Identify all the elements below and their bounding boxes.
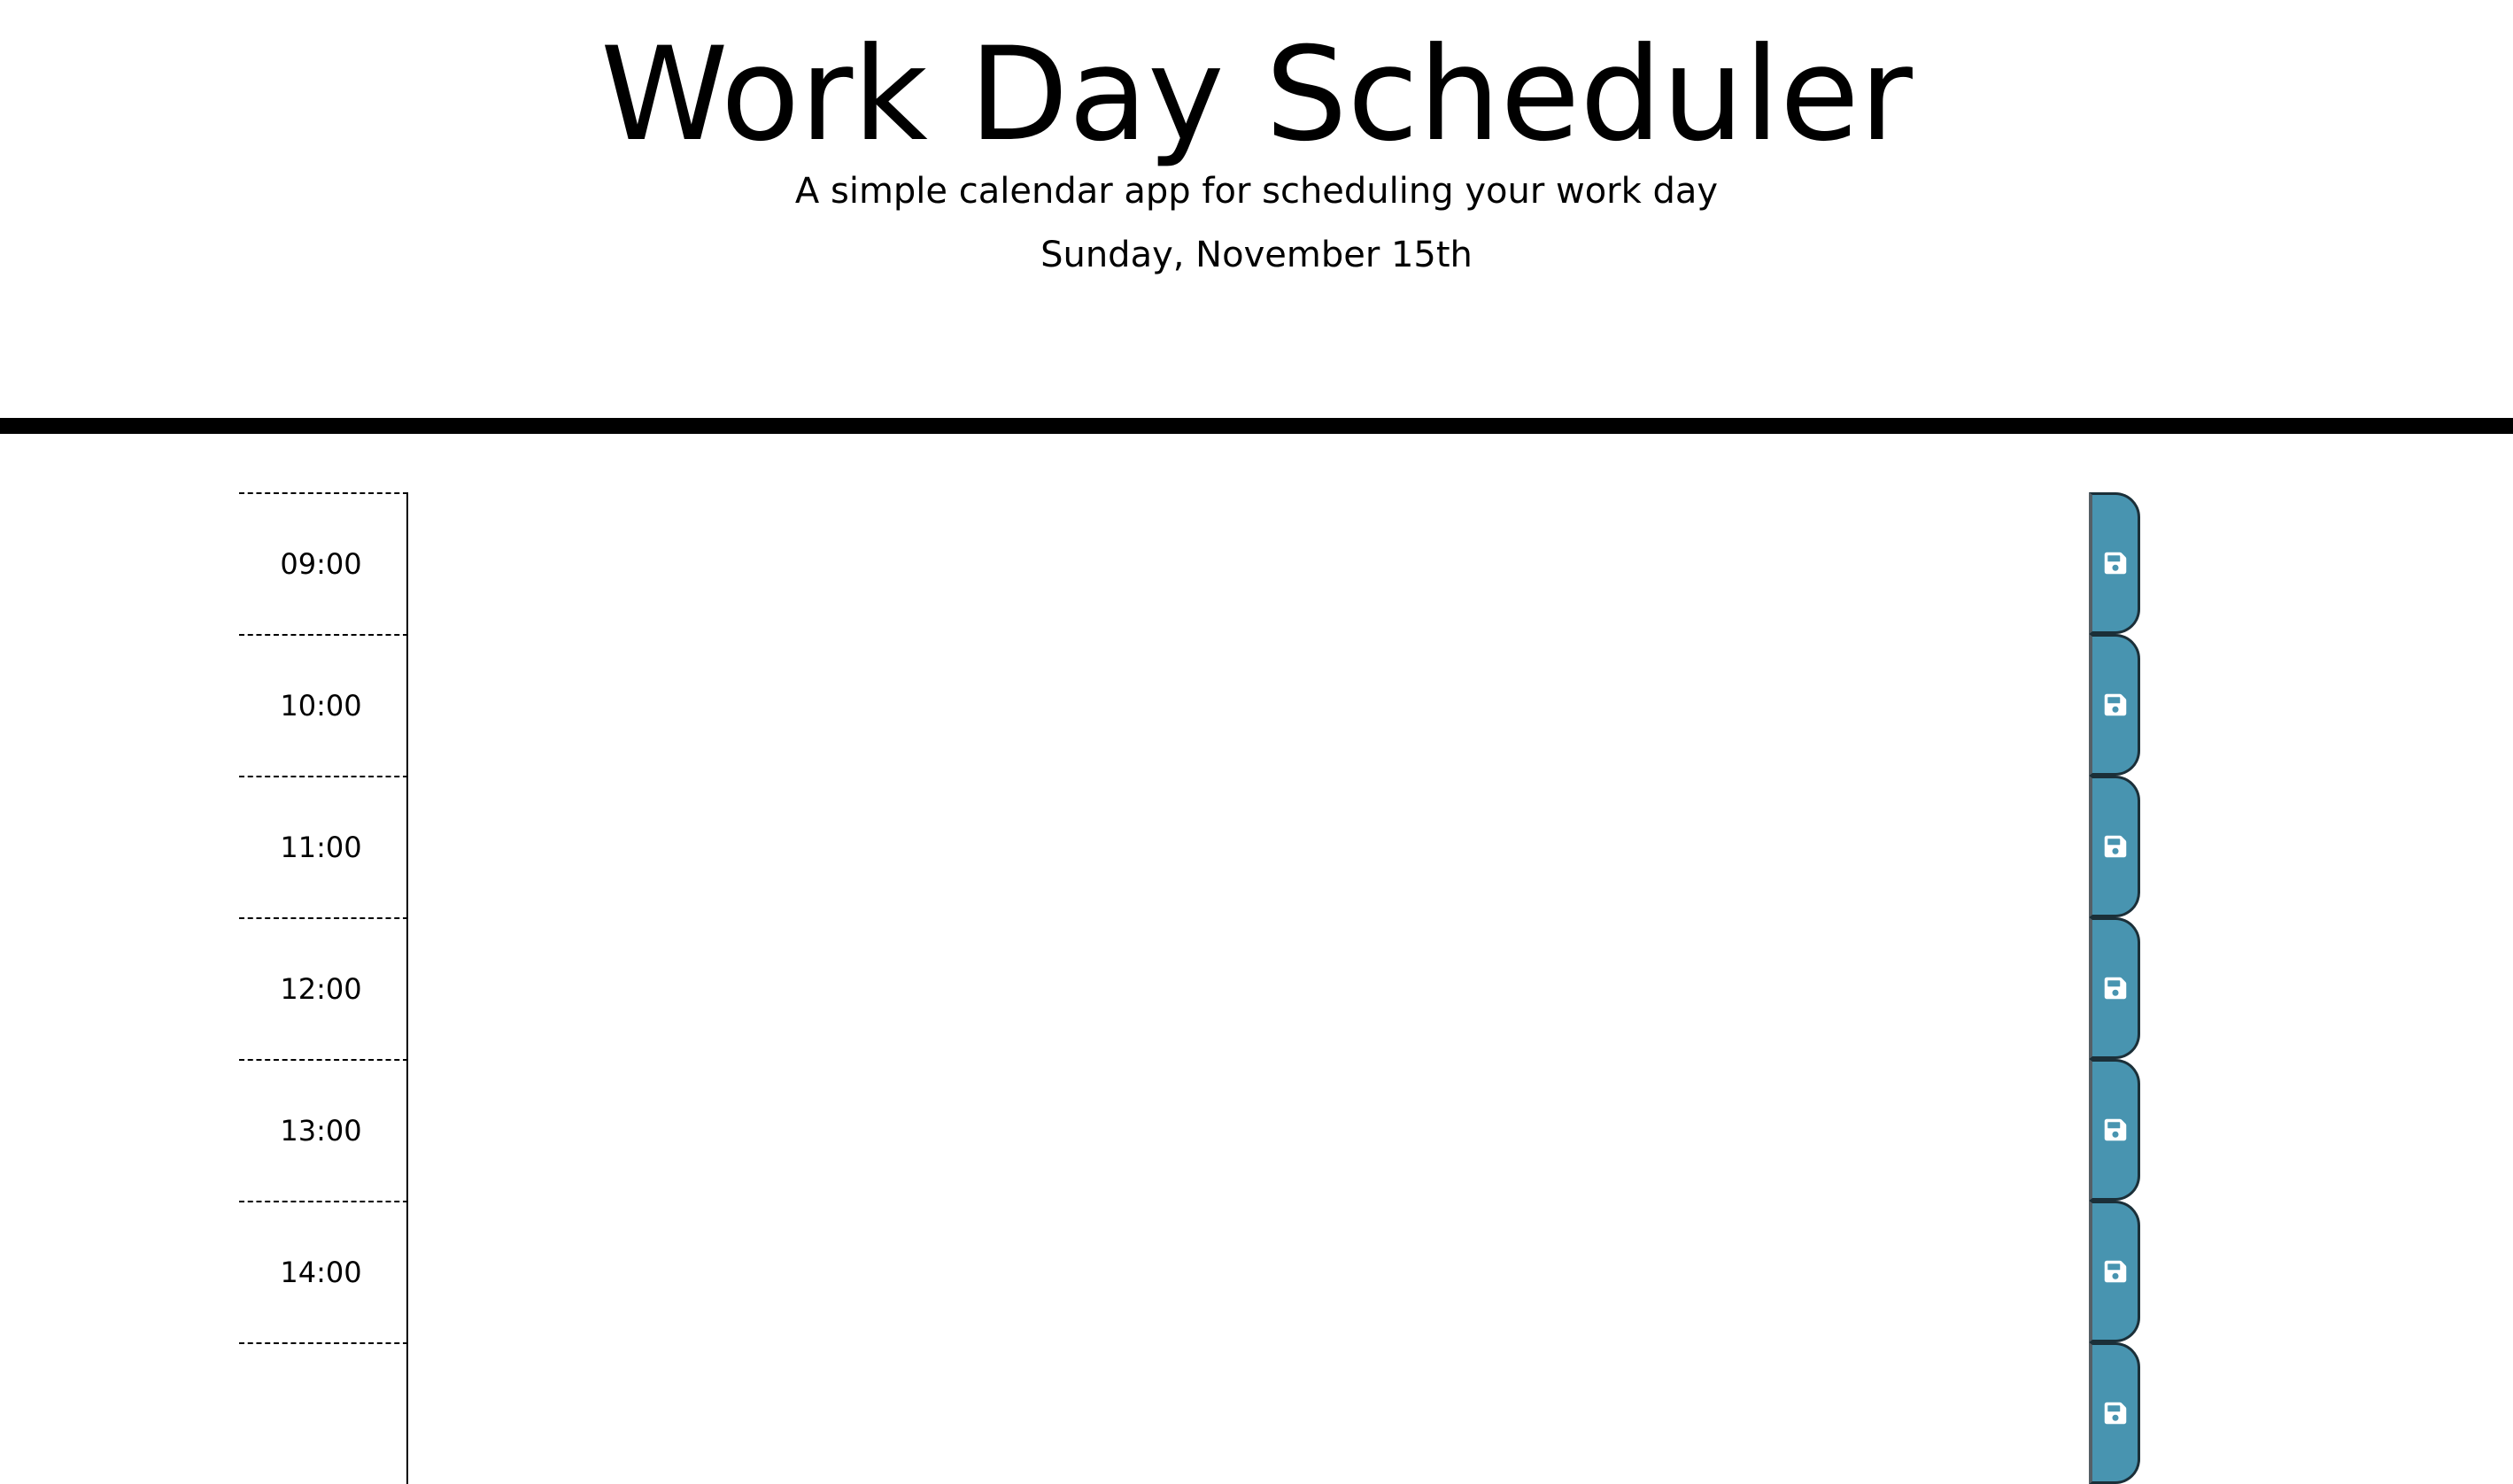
time-block-1000: 10:00	[239, 634, 2141, 776]
hour-label: 09:00	[239, 492, 408, 634]
time-block-0900: 09:00	[239, 492, 2141, 634]
floppy-disk-icon	[2104, 693, 2126, 716]
hour-label: 11:00	[239, 776, 408, 917]
current-day: Sunday, November 15th	[1040, 235, 1473, 275]
save-button[interactable]	[2089, 634, 2140, 776]
floppy-disk-icon	[2104, 1260, 2126, 1283]
floppy-disk-icon	[2104, 977, 2126, 1000]
time-block-1100: 11:00	[239, 776, 2141, 917]
time-block-partial	[239, 1342, 2141, 1484]
hour-label: 14:00	[239, 1201, 408, 1342]
time-block-1200: 12:00	[239, 917, 2141, 1059]
save-button[interactable]	[2089, 1201, 2140, 1342]
floppy-disk-icon	[2104, 1118, 2126, 1141]
schedule-container: 09:00 10:00 11:00 12:00 13:00 14:00	[239, 492, 2141, 1484]
page-subtitle: A simple calendar app for scheduling you…	[794, 171, 1719, 212]
event-description-input[interactable]	[408, 1201, 2089, 1342]
hour-label: 10:00	[239, 634, 408, 776]
save-button[interactable]	[2089, 1059, 2140, 1201]
time-block-1300: 13:00	[239, 1059, 2141, 1201]
save-button[interactable]	[2089, 1342, 2140, 1484]
save-button[interactable]	[2089, 776, 2140, 917]
event-description-input[interactable]	[408, 1342, 2089, 1484]
header: Work Day Scheduler A simple calendar app…	[0, 0, 2513, 434]
event-description-input[interactable]	[408, 1059, 2089, 1201]
floppy-disk-icon	[2104, 1402, 2126, 1425]
hour-label: 12:00	[239, 917, 408, 1059]
floppy-disk-icon	[2104, 552, 2126, 575]
floppy-disk-icon	[2104, 835, 2126, 858]
page-title: Work Day Scheduler	[600, 19, 1913, 170]
event-description-input[interactable]	[408, 776, 2089, 917]
event-description-input[interactable]	[408, 917, 2089, 1059]
hour-label: 13:00	[239, 1059, 408, 1201]
event-description-input[interactable]	[408, 634, 2089, 776]
save-button[interactable]	[2089, 917, 2140, 1059]
time-block-1400: 14:00	[239, 1201, 2141, 1342]
save-button[interactable]	[2089, 492, 2140, 634]
hour-label	[239, 1342, 408, 1484]
event-description-input[interactable]	[408, 492, 2089, 634]
